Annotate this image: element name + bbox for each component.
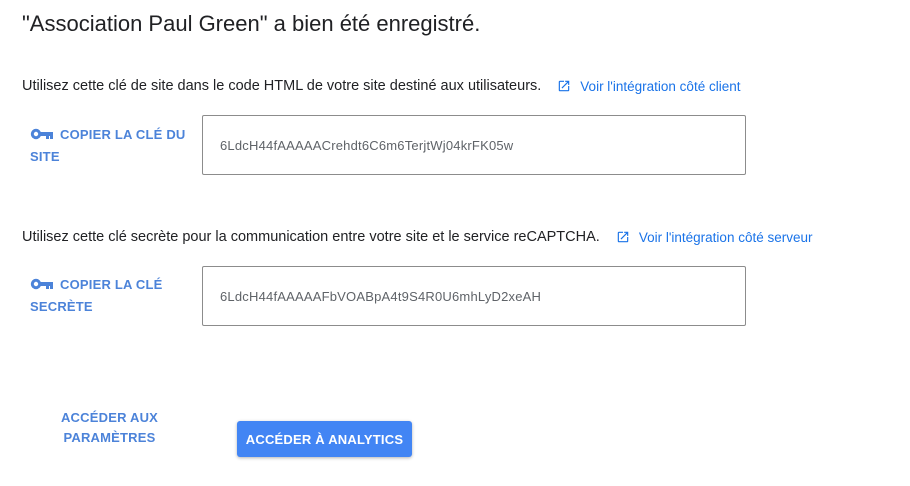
- server-integration-link-label: Voir l'intégration côté serveur: [638, 229, 813, 245]
- secret-key-value: 6LdcH44fAAAAAFbVOABpA4t9S4R0U6mhLyD2xeAH: [220, 288, 542, 304]
- go-to-settings-label-line1: ACCÉDER AUX: [60, 410, 159, 425]
- client-integration-link[interactable]: Voir l'intégration côté client: [557, 79, 740, 94]
- copy-secret-key-label-line1: COPIER LA CLÉ: [60, 277, 163, 292]
- server-integration-link[interactable]: Voir l'intégration côté serveur: [616, 229, 813, 245]
- secret-key-field[interactable]: 6LdcH44fAAAAAFbVOABpA4t9S4R0U6mhLyD2xeAH: [202, 266, 746, 326]
- go-to-analytics-label: ACCÉDER À ANALYTICS: [245, 431, 404, 447]
- site-key-description: Utilisez cette clé de site dans le code …: [22, 78, 542, 94]
- go-to-settings-label-line2: PARAMÈTRES: [63, 430, 156, 445]
- secret-key-description: Utilisez cette clé secrète pour la commu…: [22, 229, 600, 245]
- copy-secret-key-button[interactable]: COPIER LA CLÉ SECRÈTE: [30, 274, 195, 318]
- key-icon: [30, 127, 54, 141]
- site-key-value: 6LdcH44fAAAAACrehdt6C6m6TerjtWj04krFK05w: [220, 137, 514, 153]
- key-icon: [30, 277, 54, 291]
- copy-secret-key-label-line2: SECRÈTE: [30, 299, 93, 314]
- copy-site-key-label-line2: SITE: [30, 149, 60, 164]
- open-in-new-icon: [617, 231, 629, 243]
- copy-site-key-button[interactable]: COPIER LA CLÉ DU SITE: [30, 124, 195, 168]
- site-key-section-header: Utilisez cette clé de site dans le code …: [22, 76, 740, 96]
- go-to-analytics-button[interactable]: ACCÉDER À ANALYTICS: [237, 421, 412, 457]
- page-title: "Association Paul Green" a bien été enre…: [22, 11, 481, 36]
- site-key-field[interactable]: 6LdcH44fAAAAACrehdt6C6m6TerjtWj04krFK05w: [202, 115, 746, 175]
- open-in-new-icon: [559, 80, 570, 92]
- secret-key-section-header: Utilisez cette clé secrète pour la commu…: [22, 227, 812, 247]
- client-integration-link-label: Voir l'intégration côté client: [580, 78, 741, 94]
- copy-site-key-label-line1: COPIER LA CLÉ DU: [60, 127, 186, 142]
- go-to-settings-button[interactable]: ACCÉDER AUX PARAMÈTRES: [52, 408, 167, 448]
